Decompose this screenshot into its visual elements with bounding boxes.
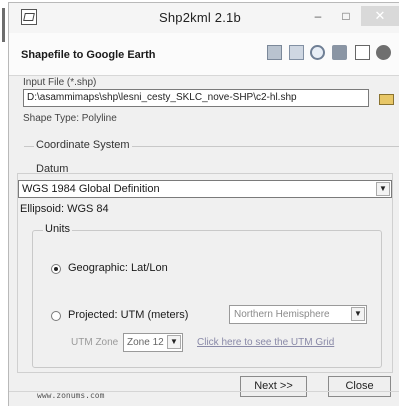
ellipsoid-text: Ellipsoid: WGS 84 [20,203,109,215]
projected-radio[interactable] [51,311,61,321]
zoom-icon[interactable] [310,45,325,60]
utm-grid-link[interactable]: Click here to see the UTM Grid [197,337,334,348]
next-button[interactable]: Next >> [240,376,307,397]
projected-label[interactable]: Projected: UTM (meters) [68,309,188,321]
app-icon [21,9,37,25]
grid-icon[interactable] [289,45,304,60]
website-text: www.zonums.com [37,391,105,400]
maximize-button[interactable]: □ [333,6,359,26]
utm-zone-label: UTM Zone [71,337,119,348]
coordinate-system-legend: Coordinate System [34,139,132,151]
units-legend: Units [43,223,73,235]
chart-icon[interactable] [355,45,370,60]
close-button[interactable]: Close [328,376,391,397]
title-bar: Shp2kml 2.1b – □ ✕ [9,3,399,33]
input-file-label: Input File (*.shp) [23,77,97,88]
chevron-down-icon[interactable]: ▼ [351,307,365,321]
geographic-radio[interactable] [51,264,61,274]
folder-icon[interactable] [377,89,395,107]
table-icon[interactable] [267,45,282,60]
geographic-label[interactable]: Geographic: Lat/Lon [68,262,168,274]
units-group: Units Geographic: Lat/Lon Projected: UTM… [32,223,382,368]
shape-type-text: Shape Type: Polyline [23,113,117,124]
minimize-button[interactable]: – [305,6,331,26]
chevron-down-icon[interactable]: ▼ [376,182,390,196]
chevron-down-icon[interactable]: ▼ [167,335,181,349]
datum-selected-value: WGS 1984 Global Definition [22,183,160,195]
input-file-field[interactable]: D:\asammimaps\shp\lesni_cesty_SKLC_nove-… [23,89,369,107]
utm-zone-select[interactable]: Zone 12 ▼ [123,333,183,352]
header-band: Shapefile to Google Earth [9,33,399,76]
background-edge [0,0,8,406]
tool-icon[interactable] [332,45,347,60]
hemisphere-select[interactable]: Northern Hemisphere ▼ [229,305,367,324]
close-window-button[interactable]: ✕ [361,6,399,26]
datum-panel: WGS 1984 Global Definition ▼ Ellipsoid: … [17,173,393,373]
app-window: Shp2kml 2.1b – □ ✕ Shapefile to Google E… [8,2,399,406]
help-icon[interactable] [376,45,391,60]
window-title: Shp2kml 2.1b [159,10,241,25]
hemisphere-value: Northern Hemisphere [234,309,330,320]
page-subtitle: Shapefile to Google Earth [21,49,156,61]
utm-zone-value: Zone 12 [127,337,164,348]
datum-select[interactable]: WGS 1984 Global Definition ▼ [18,180,392,198]
